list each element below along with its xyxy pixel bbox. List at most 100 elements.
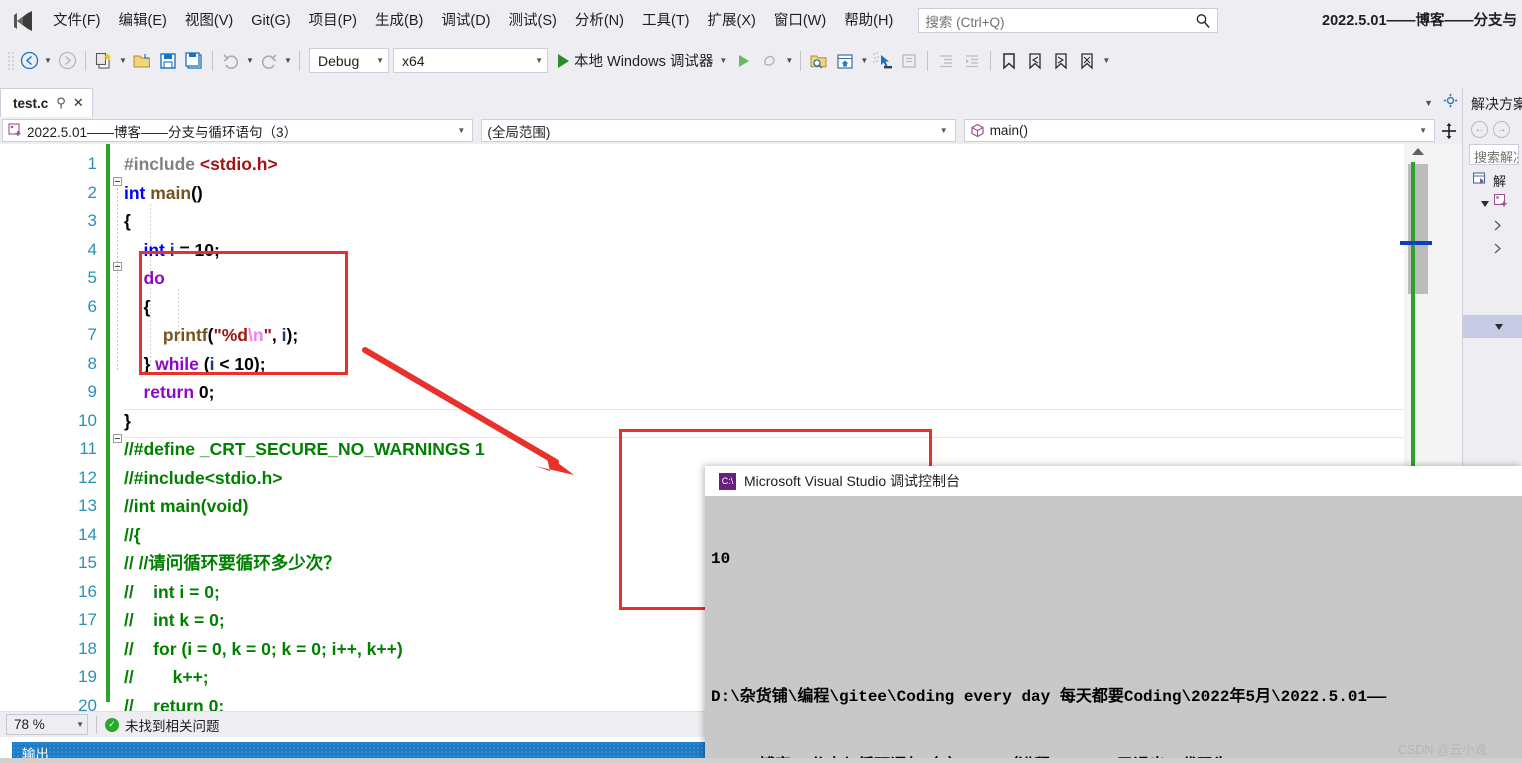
start-without-debugging-button[interactable] xyxy=(731,48,757,74)
code-line[interactable]: //#include<stdio.h> xyxy=(124,464,283,493)
se-row-solution[interactable]: 解 xyxy=(1463,169,1522,192)
gear-icon[interactable] xyxy=(1443,93,1458,113)
menu-git[interactable]: Git(G) xyxy=(242,8,299,34)
code-line[interactable]: //int main(void) xyxy=(124,492,248,521)
solution-home-button[interactable] xyxy=(832,48,858,74)
new-project-button[interactable] xyxy=(91,48,117,74)
code-line[interactable]: // return 0; xyxy=(124,692,224,712)
navigate-back-dropdown[interactable]: ▼ xyxy=(42,49,54,73)
menu-view[interactable]: 视图(V) xyxy=(176,8,242,34)
fold-toggle-comment[interactable] xyxy=(113,434,122,443)
solution-configuration-combo[interactable]: Debug ▼ xyxy=(309,48,389,73)
solution-explorer-nav: ← → xyxy=(1463,118,1522,141)
code-line[interactable]: return 0; xyxy=(124,378,214,407)
save-all-button[interactable] xyxy=(181,48,207,74)
debug-console-window[interactable]: C:\ Microsoft Visual Studio 调试控制台 10 D:\… xyxy=(705,466,1522,763)
member-scope-combo[interactable]: main() ▼ xyxy=(963,119,1436,142)
tab-list-dropdown-icon[interactable]: ▼ xyxy=(1424,98,1433,108)
code-line[interactable]: { xyxy=(124,293,150,322)
zoom-level-combo[interactable]: 78 % ▼ xyxy=(6,714,88,735)
code-line[interactable]: #include <stdio.h> xyxy=(124,150,278,179)
code-line[interactable]: } xyxy=(124,407,131,436)
se-row-project[interactable] xyxy=(1463,192,1522,215)
quick-search-box[interactable]: 搜索 (Ctrl+Q) xyxy=(918,8,1219,33)
menu-debug[interactable]: 调试(D) xyxy=(432,8,499,34)
start-debugging-button[interactable]: 本地 Windows 调试器 ▼ xyxy=(554,48,731,74)
line-number: 7 xyxy=(87,325,97,344)
solution-explorer-search[interactable]: 搜索解决 xyxy=(1469,144,1519,165)
menu-analyze[interactable]: 分析(N) xyxy=(566,8,633,34)
menu-project[interactable]: 项目(P) xyxy=(300,8,366,34)
menu-extensions[interactable]: 扩展(X) xyxy=(699,8,765,34)
save-button[interactable] xyxy=(155,48,181,74)
code-line[interactable]: //#define _CRT_SECURE_NO_WARNINGS 1 xyxy=(124,435,485,464)
project-scope-combo[interactable]: 2022.5.01——博客——分支与循环语句（3） ▼ xyxy=(2,119,474,142)
solution-platform-combo[interactable]: x64 ▼ xyxy=(393,48,548,73)
open-file-button[interactable] xyxy=(129,48,155,74)
solution-home-dropdown[interactable]: ▼ xyxy=(858,49,870,73)
tab-test-c[interactable]: test.c ⚲ ✕ xyxy=(0,88,93,117)
code-token: //int main(void) xyxy=(124,496,249,516)
line-number: 12 xyxy=(78,467,97,487)
next-bookmark-button[interactable] xyxy=(1048,48,1074,74)
pin-icon[interactable]: ⚲ xyxy=(56,95,66,111)
menu-test[interactable]: 测试(S) xyxy=(500,8,566,34)
comment-block-button[interactable] xyxy=(896,48,922,74)
undo-dropdown[interactable]: ▼ xyxy=(244,49,256,73)
expand-triangle-icon[interactable] xyxy=(1481,200,1489,207)
code-line[interactable]: } while (i < 10); xyxy=(124,350,265,379)
menu-help[interactable]: 帮助(H) xyxy=(835,8,902,34)
hot-reload-dropdown[interactable]: ▼ xyxy=(783,49,795,73)
se-row-folder-2[interactable] xyxy=(1463,238,1522,261)
code-line[interactable]: // int i = 0; xyxy=(124,578,220,607)
decrease-indent-button[interactable] xyxy=(933,48,959,74)
toolbar-overflow-button[interactable]: ▼ xyxy=(1100,49,1112,73)
menu-file[interactable]: 文件(F) xyxy=(44,8,110,34)
se-back-icon[interactable]: ← xyxy=(1471,121,1488,138)
scroll-up-arrow-icon[interactable] xyxy=(1412,148,1424,155)
toolbar-grip[interactable] xyxy=(6,50,16,72)
menu-window[interactable]: 窗口(W) xyxy=(765,8,835,34)
search-in-files-button[interactable] xyxy=(806,48,832,74)
previous-bookmark-button[interactable] xyxy=(1022,48,1048,74)
se-row-selected[interactable] xyxy=(1463,315,1522,338)
chevron-right-icon[interactable] xyxy=(1493,241,1502,259)
redo-button[interactable] xyxy=(256,48,282,74)
split-editor-icon[interactable] xyxy=(1438,119,1460,142)
chevron-right-icon[interactable] xyxy=(1493,218,1502,236)
code-line[interactable]: // //请问循环要循环多少次？ xyxy=(124,549,341,578)
se-forward-icon[interactable]: → xyxy=(1493,121,1510,138)
close-icon[interactable]: ✕ xyxy=(73,95,84,111)
fold-toggle-main[interactable] xyxy=(113,177,122,186)
redo-dropdown[interactable]: ▼ xyxy=(282,49,294,73)
code-line[interactable]: { xyxy=(124,207,131,236)
menu-tools[interactable]: 工具(T) xyxy=(633,8,699,34)
code-line[interactable]: // for (i = 0, k = 0; k = 0; i++, k++) xyxy=(124,635,403,664)
code-line[interactable]: int i = 10; xyxy=(124,236,219,265)
clear-bookmarks-button[interactable] xyxy=(1074,48,1100,74)
code-line[interactable]: do xyxy=(124,264,164,293)
pointer-select-button[interactable] xyxy=(870,48,896,74)
status-separator xyxy=(96,715,97,734)
hot-reload-button[interactable] xyxy=(757,48,783,74)
navigate-back-button[interactable] xyxy=(16,48,42,74)
toolbar-separator xyxy=(800,50,802,71)
code-line[interactable]: //{ xyxy=(124,521,141,550)
play-icon xyxy=(558,53,569,68)
toggle-bookmark-button[interactable] xyxy=(996,48,1022,74)
code-line[interactable]: printf("%d\n", i); xyxy=(124,321,298,350)
menu-edit[interactable]: 编辑(E) xyxy=(110,8,176,34)
code-line[interactable]: // k++; xyxy=(124,663,209,692)
navigate-forward-button[interactable] xyxy=(54,48,80,74)
type-scope-combo[interactable]: (全局范围) ▼ xyxy=(481,119,956,142)
collapse-triangle-icon[interactable] xyxy=(1495,323,1503,330)
new-project-dropdown[interactable]: ▼ xyxy=(117,49,129,73)
undo-button[interactable] xyxy=(218,48,244,74)
code-line[interactable]: // int k = 0; xyxy=(124,606,225,635)
line-number: 17 xyxy=(78,610,97,629)
code-token: \n xyxy=(248,325,264,345)
increase-indent-button[interactable] xyxy=(959,48,985,74)
se-row-folder-1[interactable] xyxy=(1463,215,1522,238)
code-line[interactable]: int main() xyxy=(124,179,203,208)
menu-build[interactable]: 生成(B) xyxy=(366,8,432,34)
